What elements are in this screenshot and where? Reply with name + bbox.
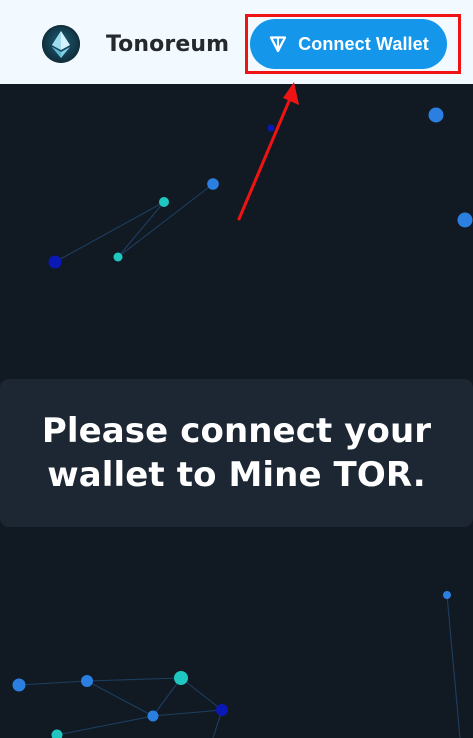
network-node	[113, 252, 123, 262]
network-node	[48, 255, 62, 269]
mining-page: Tonoreum Connect Wallet Please connect y…	[0, 0, 473, 738]
network-node	[51, 729, 63, 738]
network-node	[216, 704, 228, 716]
connect-wallet-highlight-box	[245, 14, 461, 74]
network-node	[428, 107, 444, 123]
network-link	[56, 715, 154, 736]
ethereum-diamond-icon	[42, 25, 80, 63]
network-link	[180, 677, 223, 711]
network-node	[207, 178, 219, 190]
network-link	[117, 201, 165, 258]
network-node	[12, 678, 26, 692]
network-link	[117, 183, 214, 258]
connect-wallet-message: Please connect your wallet to Mine TOR.	[41, 411, 432, 495]
wallet-required-card: Please connect your wallet to Mine TOR.	[0, 379, 473, 527]
network-link	[86, 680, 154, 717]
network-node	[457, 212, 473, 228]
network-node	[267, 124, 275, 132]
network-link	[86, 677, 182, 682]
network-link	[54, 201, 165, 263]
network-node	[174, 671, 188, 685]
brand-name: Tonoreum	[106, 32, 230, 57]
network-link	[152, 677, 182, 717]
network-link	[152, 709, 223, 717]
network-link	[18, 680, 88, 686]
network-node	[147, 710, 159, 722]
network-link	[446, 594, 461, 738]
network-node	[443, 591, 451, 599]
network-node	[159, 197, 169, 207]
network-node	[81, 675, 93, 687]
